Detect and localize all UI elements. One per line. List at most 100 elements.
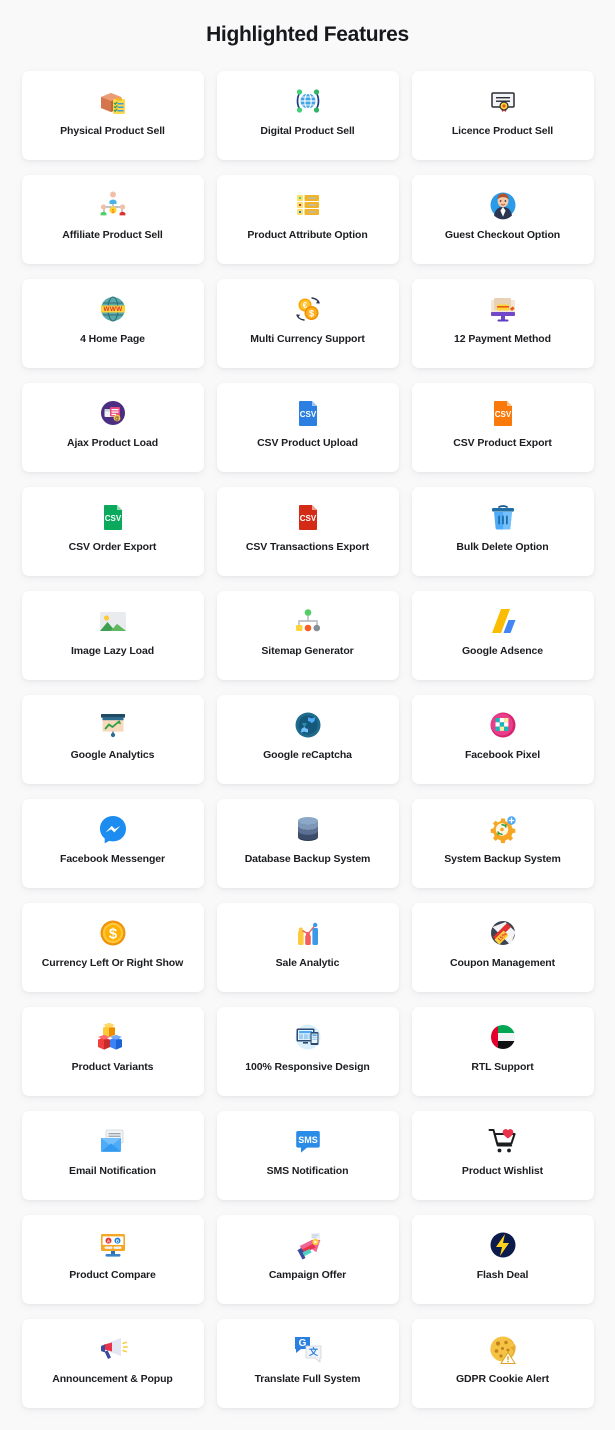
- svg-text:WWW: WWW: [103, 306, 123, 313]
- facebook-messenger-icon: [94, 810, 132, 848]
- feature-card-guest-checkout-option[interactable]: Guest Checkout Option: [411, 175, 594, 264]
- feature-label: Google Analytics: [70, 749, 155, 761]
- feature-label: Campaign Offer: [268, 1269, 347, 1281]
- feature-card-csv-product-export[interactable]: CSV CSV Product Export: [411, 383, 594, 472]
- feature-label: Facebook Pixel: [464, 749, 541, 761]
- feature-card-csv-order-export[interactable]: CSV CSV Order Export: [21, 487, 204, 576]
- feature-card-gdpr-cookie-alert[interactable]: GDPR Cookie Alert: [411, 1319, 594, 1408]
- recaptcha-icon: [289, 706, 327, 744]
- coupon-tag-icon: 15%: [484, 914, 522, 952]
- feature-card-google-analytics[interactable]: Google Analytics: [21, 695, 204, 784]
- feature-label: Product Attribute Option: [247, 229, 368, 241]
- feature-card-12-payment-method[interactable]: 12 Payment Method: [411, 279, 594, 368]
- feature-card-product-compare[interactable]: A B Product Compare: [21, 1215, 204, 1304]
- feature-card-csv-product-upload[interactable]: CSV CSV Product Upload: [216, 383, 399, 472]
- feature-card-licence-product-sell[interactable]: Licence Product Sell: [411, 71, 594, 160]
- svg-text:@: @: [114, 416, 119, 422]
- guest-avatar-icon: [484, 186, 522, 224]
- bar-chart-icon: [289, 914, 327, 952]
- google-translate-icon: G 文: [289, 1330, 327, 1368]
- csv-file-orange-icon: CSV: [484, 394, 522, 432]
- feature-card-product-wishlist[interactable]: Product Wishlist: [411, 1111, 594, 1200]
- feature-card-campaign-offer[interactable]: Campaign Offer: [216, 1215, 399, 1304]
- feature-label: Sitemap Generator: [261, 645, 354, 657]
- feature-card-google-recaptcha[interactable]: Google reCaptcha: [216, 695, 399, 784]
- feature-card-sitemap-generator[interactable]: Sitemap Generator: [216, 591, 399, 680]
- feature-label: Bulk Delete Option: [456, 541, 549, 553]
- feature-card-image-lazy-load[interactable]: Image Lazy Load: [21, 591, 204, 680]
- feature-card-csv-transactions-export[interactable]: CSV CSV Transactions Export: [216, 487, 399, 576]
- feature-card-4-home-page[interactable]: WWW 4 Home Page: [21, 279, 204, 368]
- feature-label: CSV Product Upload: [257, 437, 358, 449]
- globe-network-icon: [289, 82, 327, 120]
- feature-card-product-attribute-option[interactable]: Product Attribute Option: [216, 175, 399, 264]
- feature-label: Physical Product Sell: [60, 125, 165, 137]
- feature-card-system-backup-system[interactable]: System Backup System: [411, 799, 594, 888]
- feature-label: Affiliate Product Sell: [62, 229, 163, 241]
- feature-label: Guest Checkout Option: [444, 229, 561, 241]
- svg-text:CSV: CSV: [299, 410, 316, 419]
- feature-label: Product Compare: [69, 1269, 156, 1281]
- feature-card-email-notification[interactable]: Email Notification: [21, 1111, 204, 1200]
- feature-label: Google Adsence: [461, 645, 544, 657]
- feature-label: 12 Payment Method: [454, 333, 551, 345]
- feature-card-coupon-management[interactable]: 15% Coupon Management: [411, 903, 594, 992]
- sms-bubble-icon: SMS: [289, 1122, 327, 1160]
- csv-file-red-icon: CSV: [289, 498, 327, 536]
- svg-text:$: $: [308, 308, 313, 318]
- feature-label: Image Lazy Load: [70, 645, 155, 657]
- svg-text:文: 文: [307, 1346, 318, 1357]
- feature-card-ajax-product-load[interactable]: @ Ajax Product Load: [21, 383, 204, 472]
- responsive-devices-icon: [289, 1018, 327, 1056]
- feature-label: Multi Currency Support: [250, 333, 365, 345]
- svg-text:SMS: SMS: [298, 1135, 318, 1145]
- gear-sync-icon: [484, 810, 522, 848]
- feature-card-announcement-popup[interactable]: Announcement & Popup: [21, 1319, 204, 1408]
- dollar-coin-icon: $: [94, 914, 132, 952]
- feature-label: Announcement & Popup: [52, 1373, 173, 1385]
- page-title: Highlighted Features: [206, 23, 409, 46]
- feature-label: Flash Deal: [476, 1269, 529, 1281]
- svg-text:$: $: [111, 209, 114, 215]
- facebook-pixel-icon: [484, 706, 522, 744]
- features-page: Highlighted Features Physical Product Se…: [0, 0, 615, 1430]
- feature-label: RTL Support: [471, 1061, 534, 1073]
- feature-card-currency-left-or-right-show[interactable]: $ Currency Left Or Right Show: [21, 903, 204, 992]
- feature-label: System Backup System: [444, 853, 561, 865]
- affiliate-network-people-icon: $: [94, 186, 132, 224]
- feature-card-google-adsence[interactable]: Google Adsence: [411, 591, 594, 680]
- feature-card-multi-currency-support[interactable]: € $ Multi Currency Support: [216, 279, 399, 368]
- payment-monitor-card-icon: [484, 290, 522, 328]
- sitemap-tree-icon: [289, 602, 327, 640]
- csv-file-green-icon: CSV: [94, 498, 132, 536]
- uae-flag-circle-icon: [484, 1018, 522, 1056]
- cart-heart-icon: [484, 1122, 522, 1160]
- feature-card-bulk-delete-option[interactable]: Bulk Delete Option: [411, 487, 594, 576]
- feature-card-rtl-support[interactable]: RTL Support: [411, 1007, 594, 1096]
- feature-card-sale-analytic[interactable]: Sale Analytic: [216, 903, 399, 992]
- feature-card-physical-product-sell[interactable]: Physical Product Sell: [21, 71, 204, 160]
- database-cylinder-icon: [289, 810, 327, 848]
- feature-label: Ajax Product Load: [66, 437, 159, 449]
- feature-card-sms-notification[interactable]: SMS SMS Notification: [216, 1111, 399, 1200]
- feature-card-facebook-pixel[interactable]: Facebook Pixel: [411, 695, 594, 784]
- svg-text:CSV: CSV: [299, 514, 316, 523]
- feature-label: Digital Product Sell: [260, 125, 355, 137]
- feature-card-facebook-messenger[interactable]: Facebook Messenger: [21, 799, 204, 888]
- feature-label: Email Notification: [69, 1165, 156, 1177]
- feature-card-database-backup-system[interactable]: Database Backup System: [216, 799, 399, 888]
- feature-card-product-variants[interactable]: Product Variants: [21, 1007, 204, 1096]
- csv-file-blue-icon: CSV: [289, 394, 327, 432]
- feature-card-affiliate-product-sell[interactable]: $ Affiliate Product Sell: [21, 175, 204, 264]
- feature-card-flash-deal[interactable]: Flash Deal: [411, 1215, 594, 1304]
- feature-card-translate-full-system[interactable]: G 文 Translate Full System: [216, 1319, 399, 1408]
- feature-label: Database Backup System: [244, 853, 371, 865]
- feature-label: CSV Order Export: [68, 541, 157, 553]
- feature-label: Currency Left Or Right Show: [41, 957, 184, 969]
- trash-bin-icon: [484, 498, 522, 536]
- feature-card-digital-product-sell[interactable]: Digital Product Sell: [216, 71, 399, 160]
- compare-ab-monitor-icon: A B: [94, 1226, 132, 1264]
- cookie-alert-icon: [484, 1330, 522, 1368]
- feature-card-100-responsive-design[interactable]: 100% Responsive Design: [216, 1007, 399, 1096]
- analytics-chart-board-icon: [94, 706, 132, 744]
